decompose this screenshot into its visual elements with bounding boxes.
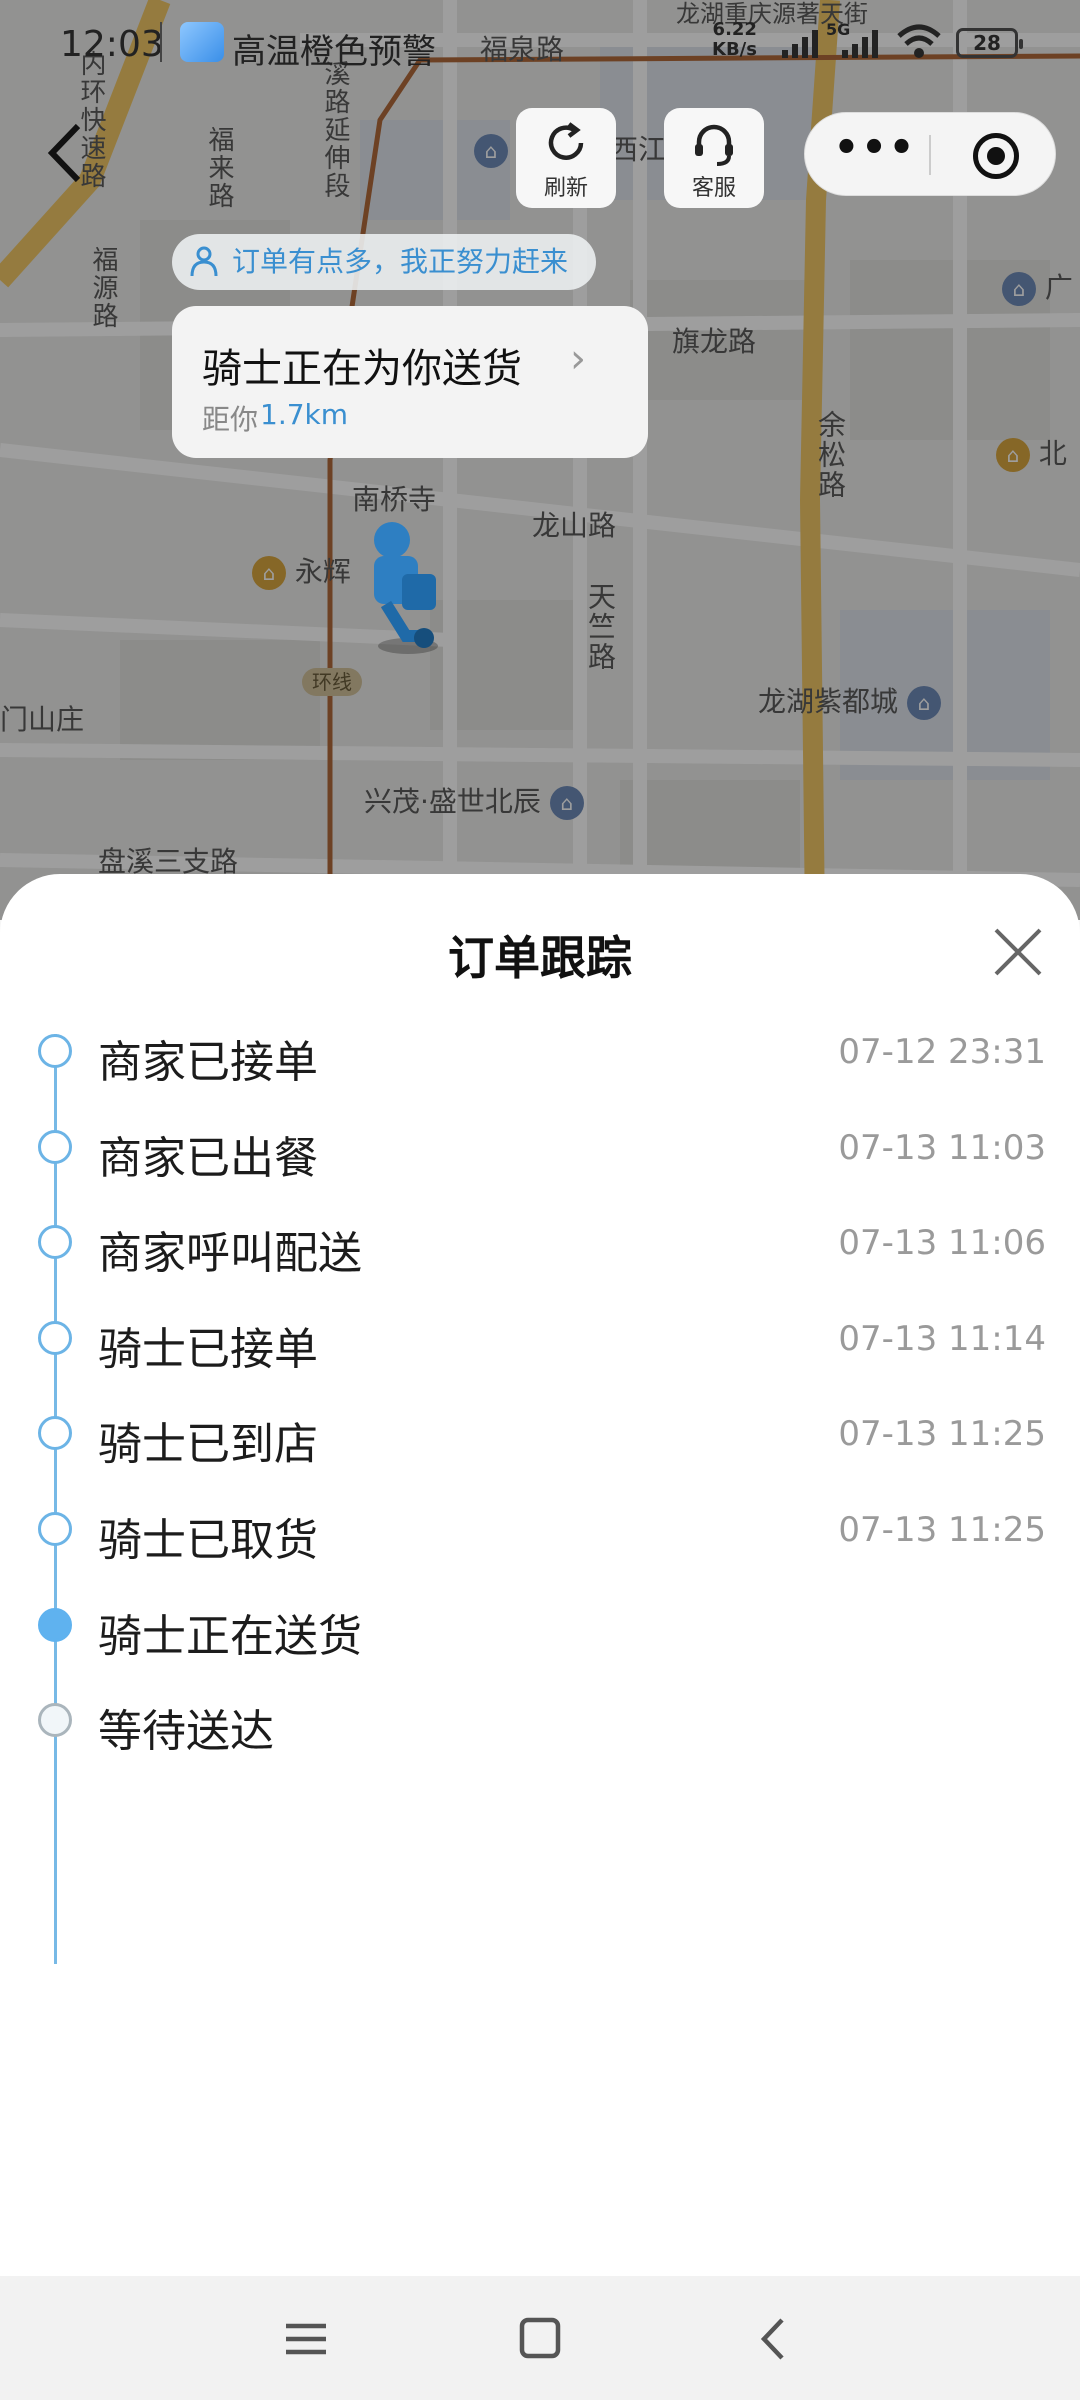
timeline-dot-pending xyxy=(38,1703,72,1738)
timeline-dot-done xyxy=(38,1129,72,1164)
miniprogram-capsule: ••• xyxy=(804,112,1056,196)
busy-tip-text: 订单有点多，我正努力赶来 xyxy=(232,245,569,278)
order-tracking-sheet: 订单跟踪 商家已接单 07-12 23:31 商家已出餐 07-13 11:03 商家呼… xyxy=(0,874,1080,2276)
capsule-divider xyxy=(929,135,931,175)
map-view[interactable]: 福泉路 内环快速路 福来路 溪路延伸段 福源路 旗龙路 余松路 南桥寺 龙山路 … xyxy=(0,0,1080,920)
timeline-step: 等待送达 xyxy=(0,1677,1080,1767)
rider-small-icon xyxy=(190,246,218,277)
timeline-step-time: 07-13 11:25 xyxy=(838,1510,1046,1550)
timeline-step-label: 骑士已到店 xyxy=(98,1419,318,1471)
rider-icon xyxy=(374,522,438,654)
timeline-dot-done xyxy=(38,1034,72,1068)
refresh-button[interactable]: 刷新 xyxy=(516,108,616,208)
target-close-icon[interactable] xyxy=(973,133,1019,179)
timeline-step: 商家已接单 07-12 23:31 xyxy=(0,1008,1080,1098)
wifi-icon xyxy=(897,24,941,58)
timeline-step: 骑士已取货 07-13 11:25 xyxy=(0,1486,1080,1576)
timeline-dot-done xyxy=(38,1225,72,1260)
timeline-step-label: 商家呼叫配送 xyxy=(98,1228,362,1280)
busy-tip: 订单有点多，我正努力赶来 xyxy=(172,234,597,290)
more-dots-icon[interactable]: ••• xyxy=(825,113,925,197)
timeline-step-label: 商家已出餐 xyxy=(98,1132,318,1184)
delivery-status-card[interactable]: 骑士正在为你送货 › 距你 1.7km xyxy=(172,306,648,458)
chevron-right-icon: › xyxy=(570,336,586,382)
sheet-title: 订单跟踪 xyxy=(448,931,632,985)
timeline-step: 骑士已接单 07-13 11:14 xyxy=(0,1295,1080,1385)
timeline-step-time: 07-13 11:06 xyxy=(838,1223,1046,1264)
network-speed-value: 6.22 xyxy=(712,19,757,40)
distance-value: 1.7km xyxy=(260,398,349,431)
timeline-dot-done xyxy=(38,1512,72,1546)
refresh-label: 刷新 xyxy=(543,176,588,201)
distance-label: 距你 xyxy=(202,403,259,436)
timeline-step-time: 07-13 11:25 xyxy=(838,1414,1046,1455)
timeline-step: 商家已出餐 07-13 11:03 xyxy=(0,1104,1080,1194)
timeline-step-time: 07-13 11:14 xyxy=(838,1318,1046,1359)
menu-icon[interactable] xyxy=(276,2314,336,2364)
timeline-step-label: 等待送达 xyxy=(98,1706,274,1758)
timeline-dot-done xyxy=(38,1320,72,1355)
customer-service-button[interactable]: 客服 xyxy=(664,108,764,208)
timeline-dot-current xyxy=(38,1607,72,1642)
timeline-step-label: 商家已接单 xyxy=(98,1037,318,1088)
timeline-step-time: 07-12 23:31 xyxy=(838,1032,1046,1072)
refresh-icon xyxy=(548,122,584,160)
back-arrow-icon[interactable] xyxy=(40,118,90,188)
service-label: 客服 xyxy=(691,176,736,201)
timeline-dot-done xyxy=(38,1416,72,1451)
battery-icon: 28 xyxy=(956,28,1023,58)
headset-icon xyxy=(695,124,733,166)
weather-alert: 高温橙色预警 xyxy=(232,32,436,72)
weather-cloud-icon xyxy=(180,22,224,62)
timeline-step-label: 骑士正在送货 xyxy=(98,1610,362,1662)
home-square-icon[interactable] xyxy=(510,2314,570,2364)
system-nav-bar xyxy=(0,2276,1080,2400)
timeline-step-label: 骑士已取货 xyxy=(98,1515,318,1566)
delivery-status-title: 骑士正在为你送货 xyxy=(202,346,522,392)
signal-icon xyxy=(782,30,818,58)
timeline-step-time: 07-13 11:03 xyxy=(838,1127,1046,1168)
timeline-step: 商家呼叫配送 07-13 11:06 xyxy=(0,1199,1080,1289)
close-x-icon[interactable] xyxy=(990,924,1046,980)
status-time: 12:03 xyxy=(60,24,164,65)
timeline-step: 骑士已到店 07-13 11:25 xyxy=(0,1390,1080,1480)
network-speed-unit: KB/s xyxy=(712,39,757,60)
signal-icon xyxy=(842,30,878,58)
status-separator xyxy=(160,22,162,62)
status-bar: 12:03 高温橙色预警 6.22 KB/s 5G 28 xyxy=(0,0,1080,92)
network-speed: 6.22 KB/s xyxy=(712,20,757,60)
timeline-step: 骑士正在送货 xyxy=(0,1582,1080,1672)
back-chevron-icon[interactable] xyxy=(744,2314,804,2364)
timeline-step-label: 骑士已接单 xyxy=(98,1323,318,1375)
